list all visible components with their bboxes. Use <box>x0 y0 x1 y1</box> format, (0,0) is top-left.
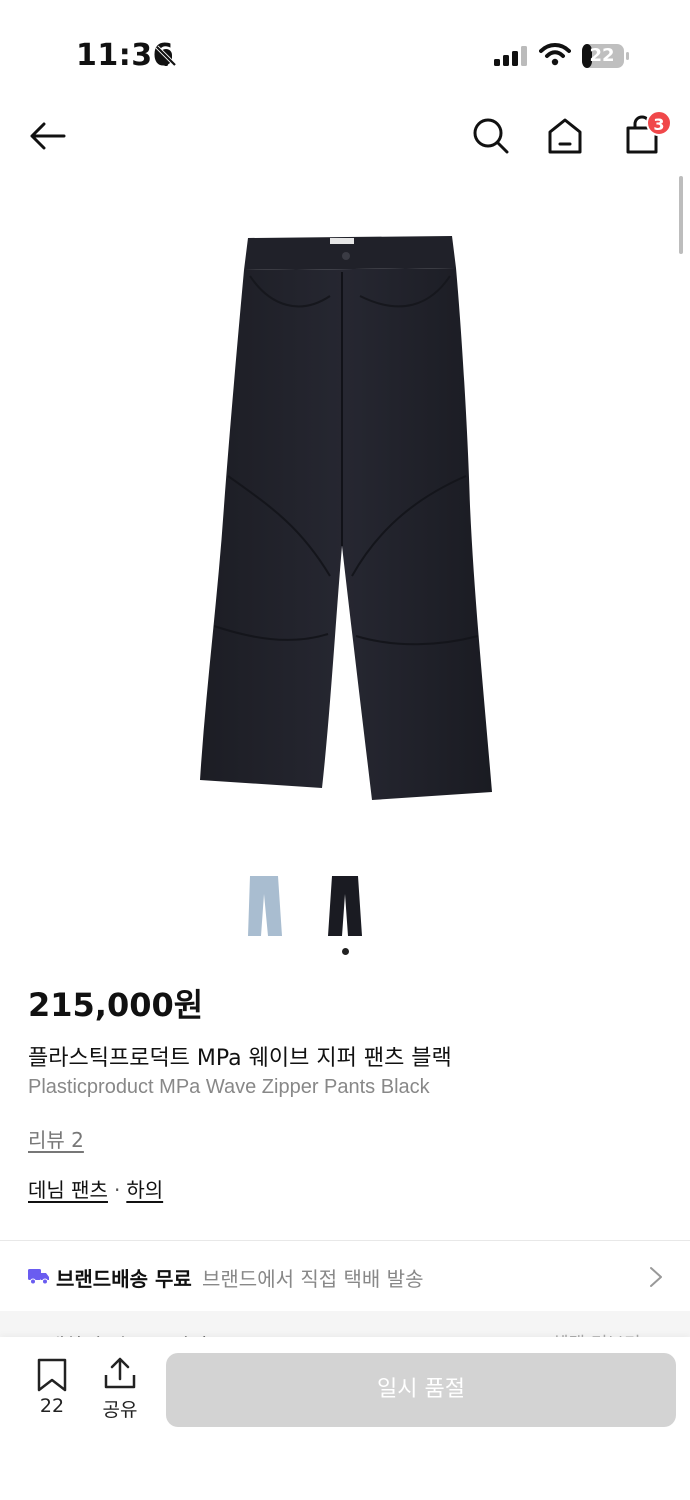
category-breadcrumb: 데님 팬츠 · 하의 <box>28 1174 163 1203</box>
thumbnail-black[interactable] <box>320 870 370 940</box>
product-main-image[interactable] <box>0 176 690 856</box>
image-thumbnails <box>0 870 690 960</box>
cart-count-badge: 3 <box>646 110 672 136</box>
product-price: 215,000원 <box>28 986 204 1024</box>
share-icon[interactable] <box>102 1355 138 1395</box>
thumbnail-selected-dot <box>342 948 349 955</box>
category-separator: · <box>113 1178 121 1202</box>
bookmark-icon[interactable] <box>32 1357 72 1397</box>
thumbnail-light-denim[interactable] <box>240 870 290 940</box>
product-title-en: Plasticproduct MPa Wave Zipper Pants Bla… <box>28 1076 430 1098</box>
chevron-right-icon <box>648 1265 664 1293</box>
shipping-detail: 브랜드에서 직접 택배 발송 <box>202 1267 424 1291</box>
home-icon[interactable] <box>546 116 584 160</box>
category-link-denim-pants[interactable]: 데님 팬츠 <box>28 1178 108 1202</box>
truck-icon <box>28 1267 50 1289</box>
bookmark-count: 22 <box>39 1395 65 1417</box>
product-title-ko: 플라스틱프로덕트 MPa 웨이브 지퍼 팬츠 블랙 <box>28 1046 452 1071</box>
category-link-bottoms[interactable]: 하의 <box>126 1178 163 1202</box>
sold-out-button[interactable]: 일시 품절 <box>166 1353 676 1427</box>
review-link[interactable]: 리뷰 2 <box>28 1124 84 1153</box>
bell-off-icon <box>154 44 178 72</box>
shipping-info-row[interactable]: 브랜드배송 무료 브랜드에서 직접 택배 발송 <box>0 1241 690 1311</box>
back-arrow-icon[interactable] <box>28 116 68 160</box>
battery-level: 22 <box>589 45 615 66</box>
signal-icon <box>494 46 528 70</box>
wifi-icon <box>539 42 571 70</box>
top-nav-bar: 3 <box>0 110 690 170</box>
shipping-label: 브랜드배송 무료 <box>56 1267 192 1291</box>
search-icon[interactable] <box>472 116 510 160</box>
status-bar: 11:36 22 <box>0 0 690 110</box>
share-label: 공유 <box>102 1399 138 1421</box>
bottom-action-bar: 22 공유 일시 품절 <box>0 1337 690 1500</box>
